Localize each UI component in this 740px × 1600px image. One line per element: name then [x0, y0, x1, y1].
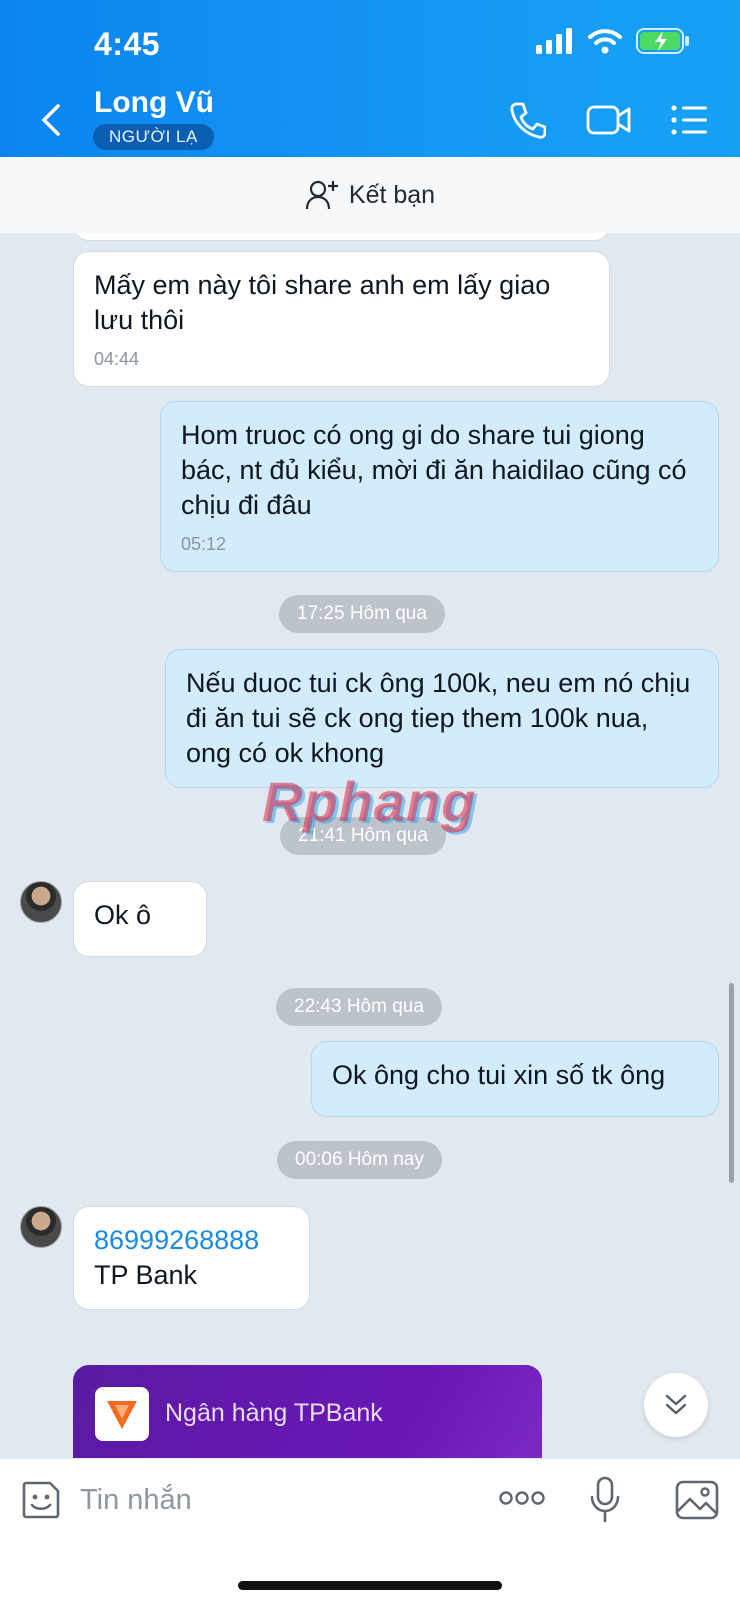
bank-text: TP Bank [94, 1260, 198, 1290]
watermark: Rphang [262, 770, 477, 833]
message-time: 05:12 [181, 534, 227, 554]
chat-messages[interactable]: Mấy em này tôi share anh em lấy giao lưu… [0, 233, 740, 1458]
message-bubble[interactable]: Nếu duoc tui ck ông 100k, neu em nó chịu… [165, 649, 719, 788]
message-text: Nếu duoc tui ck ông 100k, neu em nó chịu… [186, 668, 691, 768]
image-gallery-icon[interactable] [674, 1479, 720, 1521]
time-divider: 00:06 Hôm nay [277, 1141, 442, 1179]
message-bubble-clipped [73, 233, 610, 241]
message-time: 04:44 [94, 349, 140, 369]
message-text: Mấy em này tôi share anh em lấy giao lưu… [94, 270, 551, 335]
video-call-button[interactable] [586, 100, 632, 140]
status-icons [536, 28, 690, 54]
back-button[interactable] [36, 100, 66, 140]
call-button[interactable] [508, 100, 546, 140]
tpbank-logo-icon [107, 1401, 137, 1429]
double-chevron-down-icon [665, 1394, 687, 1415]
message-text: Ok ô [94, 900, 152, 930]
scroll-to-bottom-button[interactable] [644, 1373, 708, 1437]
home-indicator [238, 1581, 502, 1590]
message-bubble[interactable]: Ok ông cho tui xin số tk ông [311, 1041, 719, 1117]
chat-header: 4:45 Long Vũ NGƯỜI LẠ [0, 0, 740, 157]
avatar[interactable] [20, 881, 62, 923]
message-text: Hom truoc có ong gi do share tui giong b… [181, 420, 687, 520]
wifi-icon [588, 29, 622, 54]
tpbank-logo [95, 1387, 149, 1441]
bank-card-name: Ngân hàng TPBank [165, 1399, 383, 1427]
menu-button[interactable] [670, 100, 708, 140]
time-divider: 22:43 Hôm qua [276, 988, 442, 1026]
sticker-icon[interactable] [20, 1479, 62, 1521]
account-number-link[interactable]: 86999268888 [94, 1225, 259, 1255]
add-friend-button[interactable]: Kết bạn [0, 157, 740, 233]
add-person-icon [305, 180, 338, 210]
add-friend-label: Kết bạn [348, 180, 436, 209]
time-divider: 17:25 Hôm qua [279, 595, 445, 633]
message-text: Ok ông cho tui xin số tk ông [332, 1060, 666, 1090]
scrollbar[interactable] [729, 983, 734, 1183]
message-bubble[interactable]: Ok ô [73, 881, 207, 957]
message-input-bar [0, 1458, 740, 1600]
avatar[interactable] [20, 1206, 62, 1248]
signal-icon [536, 28, 572, 54]
status-time: 4:45 [94, 26, 161, 62]
stranger-badge: NGƯỜI LẠ [93, 124, 214, 150]
message-bubble[interactable]: Mấy em này tôi share anh em lấy giao lưu… [73, 251, 610, 387]
microphone-icon[interactable] [589, 1475, 621, 1525]
bank-card[interactable]: Ngân hàng TPBank [73, 1365, 542, 1458]
message-bubble[interactable]: 86999268888 TP Bank [73, 1206, 310, 1310]
message-input[interactable] [80, 1475, 460, 1525]
contact-name[interactable]: Long Vũ [94, 86, 214, 120]
battery-charging-icon [636, 28, 689, 54]
message-bubble[interactable]: Hom truoc có ong gi do share tui giong b… [160, 401, 719, 572]
more-options-icon[interactable] [498, 1489, 546, 1507]
